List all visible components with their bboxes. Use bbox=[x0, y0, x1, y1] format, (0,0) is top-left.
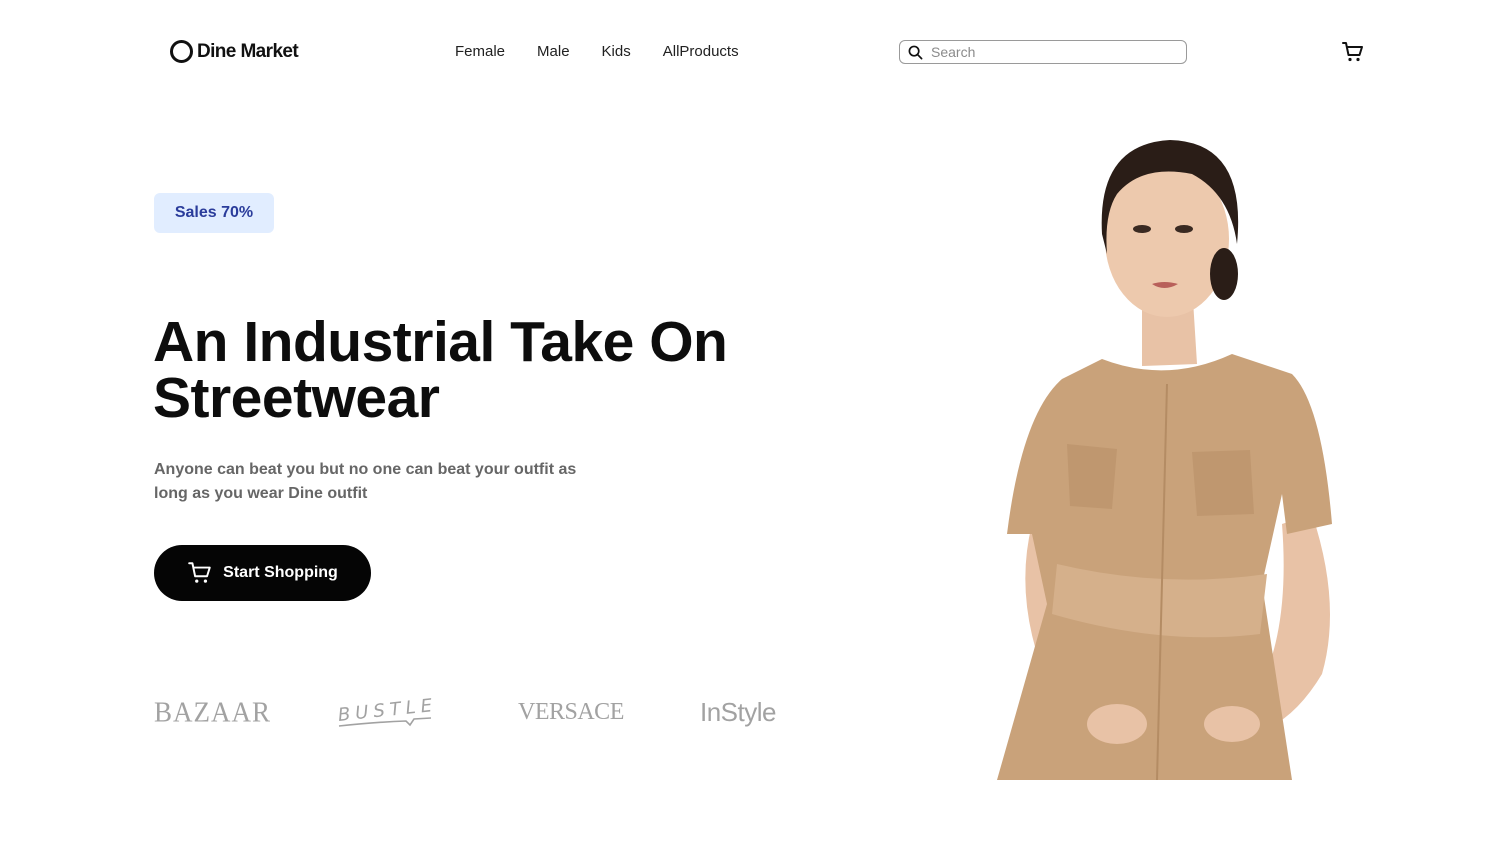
cart-icon bbox=[1342, 42, 1363, 62]
main-nav: Female Male Kids AllProducts bbox=[455, 43, 739, 60]
start-shopping-label: Start Shopping bbox=[223, 564, 338, 581]
cart-icon bbox=[188, 562, 211, 583]
nav-item-all-products[interactable]: AllProducts bbox=[663, 43, 739, 60]
brand-logo-bazaar: BAZAAR bbox=[154, 695, 272, 728]
hero-model-image bbox=[992, 134, 1382, 781]
nav-item-male[interactable]: Male bbox=[537, 43, 570, 60]
hero-title: An Industrial Take On Streetwear bbox=[153, 310, 728, 430]
brand-name: Dine Market bbox=[197, 40, 299, 62]
ring-logo-icon bbox=[170, 40, 193, 63]
brand-logo-bustle: BUSTLE bbox=[336, 690, 436, 734]
brand-logos: BAZAAR BUSTLE VERSACE InStyle bbox=[154, 690, 814, 734]
brand-logo-instyle: InStyle bbox=[700, 696, 777, 727]
brand-logo-versace: VERSACE bbox=[518, 698, 624, 725]
hero-subtitle: Anyone can beat you but no one can beat … bbox=[154, 461, 577, 502]
search-bar[interactable] bbox=[899, 40, 1187, 64]
nav-item-kids[interactable]: Kids bbox=[602, 43, 631, 60]
search-icon bbox=[907, 44, 923, 60]
cart-button[interactable] bbox=[1341, 40, 1365, 64]
site-header: Dine Market Female Male Kids AllProducts bbox=[0, 0, 1512, 104]
start-shopping-button[interactable]: Start Shopping bbox=[154, 545, 371, 601]
nav-item-female[interactable]: Female bbox=[455, 43, 505, 60]
search-input[interactable] bbox=[931, 44, 1171, 60]
brand-logo[interactable]: Dine Market bbox=[170, 40, 299, 63]
sale-badge: Sales 70% bbox=[154, 193, 274, 233]
